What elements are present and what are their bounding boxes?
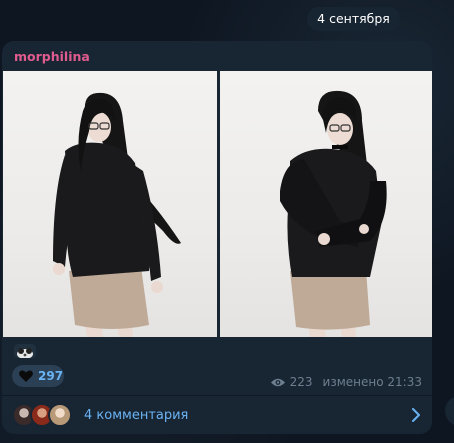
comments-label: 4 комментария — [84, 407, 189, 423]
avatar — [48, 403, 72, 427]
post-photo-1[interactable] — [3, 71, 217, 337]
chevron-right-icon — [412, 408, 420, 422]
likes-count: 297 — [38, 369, 64, 383]
heart-icon — [19, 370, 33, 382]
cat-emoji-icon[interactable] — [14, 344, 36, 358]
heart-reaction-button[interactable]: 297 — [12, 365, 64, 387]
post-photo-2[interactable] — [220, 71, 432, 337]
views-count: 223 — [289, 375, 313, 389]
share-button[interactable] — [445, 396, 454, 426]
comments-button[interactable]: 4 комментария — [2, 396, 432, 434]
channel-post[interactable]: morphilina 297 223 изменено 21:33 4 комм… — [2, 41, 432, 434]
post-time: 21:33 — [387, 375, 422, 389]
photo-2-image — [280, 90, 387, 337]
post-author[interactable]: morphilina — [14, 49, 90, 64]
photo-1-image — [53, 92, 181, 337]
commenter-avatars — [12, 403, 82, 427]
edited-label: изменено — [322, 375, 384, 389]
date-separator: 4 сентября — [307, 7, 400, 31]
post-meta: 223 изменено 21:33 — [270, 375, 422, 389]
eye-icon — [270, 378, 285, 386]
chat-view: 4 сентября morphilina 297 223 изменено 2… — [0, 0, 454, 443]
